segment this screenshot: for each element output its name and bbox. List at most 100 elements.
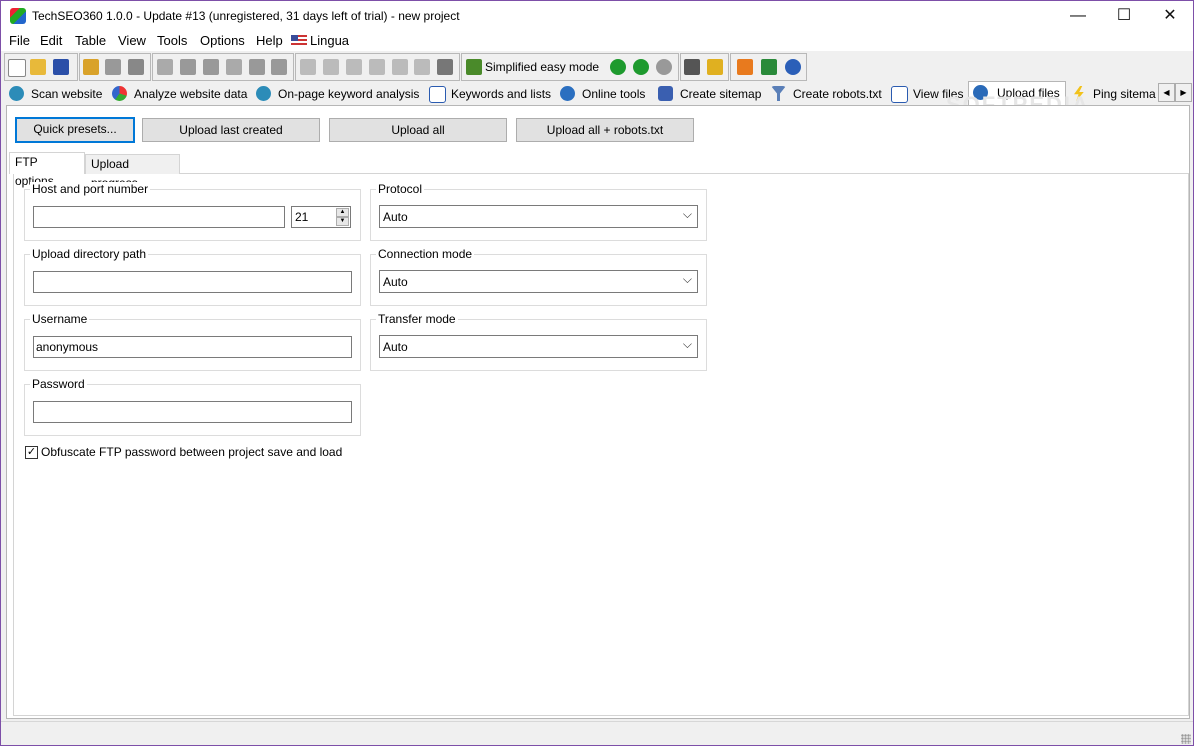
maximize-button[interactable]: ☐: [1101, 1, 1147, 31]
subtab-ftp-options[interactable]: FTP options: [9, 152, 85, 188]
host-port-label: Host and port number: [30, 182, 151, 196]
upload-all-robots-button[interactable]: Upload all + robots.txt: [516, 118, 694, 142]
tab-analyze-website-data[interactable]: Analyze website data: [108, 83, 248, 105]
app-logo-icon: [10, 8, 26, 24]
transfer-mode-label: Transfer mode: [376, 312, 458, 326]
upload-all-button[interactable]: Upload all: [329, 118, 507, 142]
menu-lingua[interactable]: Lingua: [291, 33, 349, 48]
subtab-upload-progress[interactable]: Upload progress: [85, 154, 180, 190]
title-bar: TechSEO360 1.0.0 - Update #13 (unregiste…: [1, 1, 1193, 31]
copy-icon[interactable]: [180, 59, 196, 75]
list-icon: [429, 86, 446, 103]
shopping-cart-icon[interactable]: [684, 59, 700, 75]
menu-help[interactable]: Help: [256, 33, 283, 48]
globe-icon: [560, 86, 575, 101]
paste-icon[interactable]: [203, 59, 219, 75]
toolbar-file-group: [4, 53, 78, 81]
menu-view[interactable]: View: [118, 33, 146, 48]
tab-create-robots[interactable]: Create robots.txt: [767, 83, 884, 105]
transfer-mode-select[interactable]: Auto ⌵: [379, 335, 698, 358]
save-icon[interactable]: [53, 59, 69, 75]
upload-dir-label: Upload directory path: [30, 247, 149, 261]
obfuscate-password-checkbox[interactable]: ✓: [25, 446, 38, 459]
protocol-label: Protocol: [376, 182, 425, 196]
share-icon[interactable]: [761, 59, 777, 75]
toolbar-edit-group: [79, 53, 151, 81]
window-title: TechSEO360 1.0.0 - Update #13 (unregiste…: [32, 9, 460, 23]
tab-online-tools[interactable]: Online tools: [556, 83, 651, 105]
open-folder-icon[interactable]: [30, 59, 46, 75]
toolbar-tree-group: [295, 53, 460, 81]
key-icon[interactable]: [707, 59, 723, 75]
copy-files-icon[interactable]: [105, 59, 121, 75]
tab-scan-website[interactable]: Scan website: [5, 83, 105, 105]
forward-arrow-icon[interactable]: [633, 59, 649, 75]
us-flag-icon: [291, 35, 307, 46]
tab-scroll-left-button[interactable]: ◀: [1158, 83, 1175, 102]
menu-tools[interactable]: Tools: [157, 33, 187, 48]
close-button[interactable]: ✕: [1147, 1, 1193, 31]
upload-last-created-button[interactable]: Upload last created: [142, 118, 320, 142]
connection-mode-select[interactable]: Auto ⌵: [379, 270, 698, 293]
stamp-icon[interactable]: [128, 59, 144, 75]
tree-collapse-icon[interactable]: [323, 59, 339, 75]
sitemap-icon: [658, 86, 673, 101]
tab-scroll-right-button[interactable]: ▶: [1175, 83, 1192, 102]
undo-icon[interactable]: [226, 59, 242, 75]
host-input[interactable]: [33, 206, 285, 228]
cut-icon[interactable]: [157, 59, 173, 75]
menu-file[interactable]: File: [9, 33, 30, 48]
protocol-select[interactable]: Auto ⌵: [379, 205, 698, 228]
menu-options[interactable]: Options: [200, 33, 245, 48]
toolbar-buy-group: [680, 53, 729, 81]
home-icon[interactable]: [737, 59, 753, 75]
upload-dir-input[interactable]: [33, 271, 352, 293]
chevron-down-icon: ⌵: [682, 207, 692, 221]
password-input[interactable]: [33, 401, 352, 423]
tab-on-page-keyword-analysis[interactable]: On-page keyword analysis: [252, 83, 422, 105]
refresh-icon[interactable]: [656, 59, 672, 75]
find-next-icon[interactable]: [271, 59, 287, 75]
app-window: TechSEO360 1.0.0 - Update #13 (unregiste…: [0, 0, 1194, 746]
new-file-icon[interactable]: [8, 59, 26, 77]
menu-table[interactable]: Table: [75, 33, 106, 48]
password-label: Password: [30, 377, 87, 391]
port-down-icon[interactable]: ▼: [336, 217, 349, 226]
move-left-icon[interactable]: [414, 59, 430, 75]
menu-bar: File Edit Table View Tools Options Help …: [1, 31, 1193, 51]
search-icon: [256, 86, 271, 101]
files-icon: [891, 86, 908, 103]
align-icon[interactable]: [437, 59, 453, 75]
menu-edit[interactable]: Edit: [40, 33, 62, 48]
back-arrow-icon[interactable]: [610, 59, 626, 75]
toolbar-web-group: [730, 53, 807, 81]
chevron-down-icon: ⌵: [682, 272, 692, 286]
find-icon[interactable]: [249, 59, 265, 75]
resize-grip-icon[interactable]: [1181, 734, 1191, 744]
chart-icon: [112, 86, 127, 101]
help-icon[interactable]: [785, 59, 801, 75]
easy-mode-icon[interactable]: [466, 59, 482, 75]
scan-icon: [9, 86, 24, 101]
tab-create-sitemap[interactable]: Create sitemap: [654, 83, 764, 105]
properties-icon[interactable]: [83, 59, 99, 75]
filter-icon: [771, 86, 786, 101]
status-bar: [1, 721, 1193, 745]
username-label: Username: [30, 312, 90, 326]
tab-keywords-and-lists[interactable]: Keywords and lists: [425, 83, 552, 105]
connection-mode-label: Connection mode: [376, 247, 475, 261]
move-right-icon[interactable]: [369, 59, 385, 75]
tree-expand-icon[interactable]: [300, 59, 316, 75]
minimize-button[interactable]: —: [1055, 1, 1101, 31]
move-both-icon[interactable]: [392, 59, 408, 75]
toolbar: Simplified easy mode: [1, 53, 1193, 81]
chevron-down-icon: ⌵: [682, 337, 692, 351]
port-stepper[interactable]: 21 ▲ ▼: [291, 206, 351, 228]
tree-expand-all-icon[interactable]: [346, 59, 362, 75]
simplified-easy-mode-button[interactable]: Simplified easy mode: [485, 60, 599, 74]
toolbar-mode-group: Simplified easy mode: [461, 53, 679, 81]
quick-presets-button[interactable]: Quick presets...: [15, 117, 135, 143]
username-input[interactable]: anonymous: [33, 336, 352, 358]
obfuscate-password-label: Obfuscate FTP password between project s…: [41, 445, 343, 459]
port-up-icon[interactable]: ▲: [336, 208, 349, 217]
